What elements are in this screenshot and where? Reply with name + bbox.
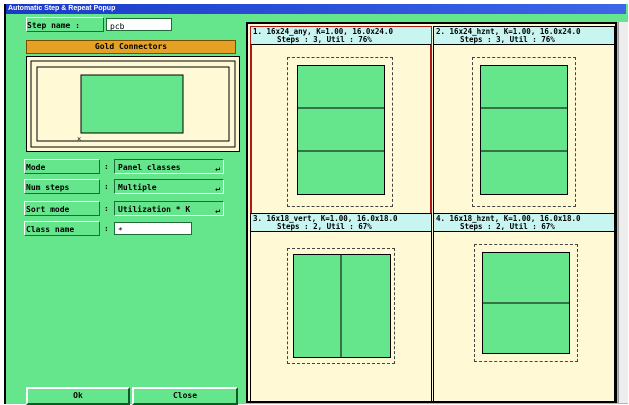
sort-mode-dropdown[interactable]: Utilization * K ↵ [114,201,224,216]
sort-mode-label: Sort mode [24,201,100,216]
dropdown-arrow-icon: ↵ [215,206,220,215]
mode-label: Mode [24,159,100,174]
result-cell[interactable]: 4. 16x18_hznt, K=1.00, 16.0x18.0 Steps :… [433,213,615,403]
result-cell[interactable]: 3. 16x18_vert, K=1.00, 16.0x18.0 Steps :… [250,213,432,403]
preview-drawing: × [30,60,236,148]
dropdown-arrow-icon: ↵ [215,184,220,193]
class-name-sep: : [104,224,109,233]
ok-button[interactable]: Ok [26,387,130,405]
result-cell[interactable]: 1. 16x24_any, K=1.00, 16.0x24.0 Steps : … [250,26,432,216]
class-name-label: Class name [24,221,100,236]
panel-divisions [482,302,570,304]
sort-mode-sep: : [104,204,109,213]
result-cell[interactable]: 2. 16x24_hznt, K=1.00, 16.0x24.0 Steps :… [433,26,615,216]
num-steps-value: Multiple [118,183,157,192]
mode-dropdown[interactable]: Panel classes ↵ [114,159,224,174]
class-name-input[interactable]: * [114,222,192,235]
step-name-label: Step name : [26,17,104,32]
close-button[interactable]: Close [132,387,238,405]
step-preview: × [26,56,240,152]
preview-panel [80,74,184,134]
panel-divisions [480,107,568,152]
dropdown-arrow-icon: ↵ [215,164,220,173]
sort-mode-value: Utilization * K [118,205,191,214]
mode-sep: : [104,162,109,171]
results-grid: 1. 16x24_any, K=1.00, 16.0x24.0 Steps : … [246,22,617,403]
num-steps-dropdown[interactable]: Multiple ↵ [114,179,224,194]
mode-value: Panel classes [118,163,181,172]
num-steps-label: Num steps [24,179,100,194]
step-repeat-window: Automatic Step & Repeat Popup Step name … [4,4,628,405]
window-title: Automatic Step & Repeat Popup [6,4,626,14]
num-steps-sep: : [104,182,109,191]
preview-origin-mark: × [77,135,81,143]
panel-divisions [297,107,385,152]
material-header: Gold Connectors [26,40,236,54]
panel-divisions [340,254,342,358]
step-name-input[interactable]: pcb [106,18,172,31]
vertical-scrollbar[interactable] [618,22,628,403]
